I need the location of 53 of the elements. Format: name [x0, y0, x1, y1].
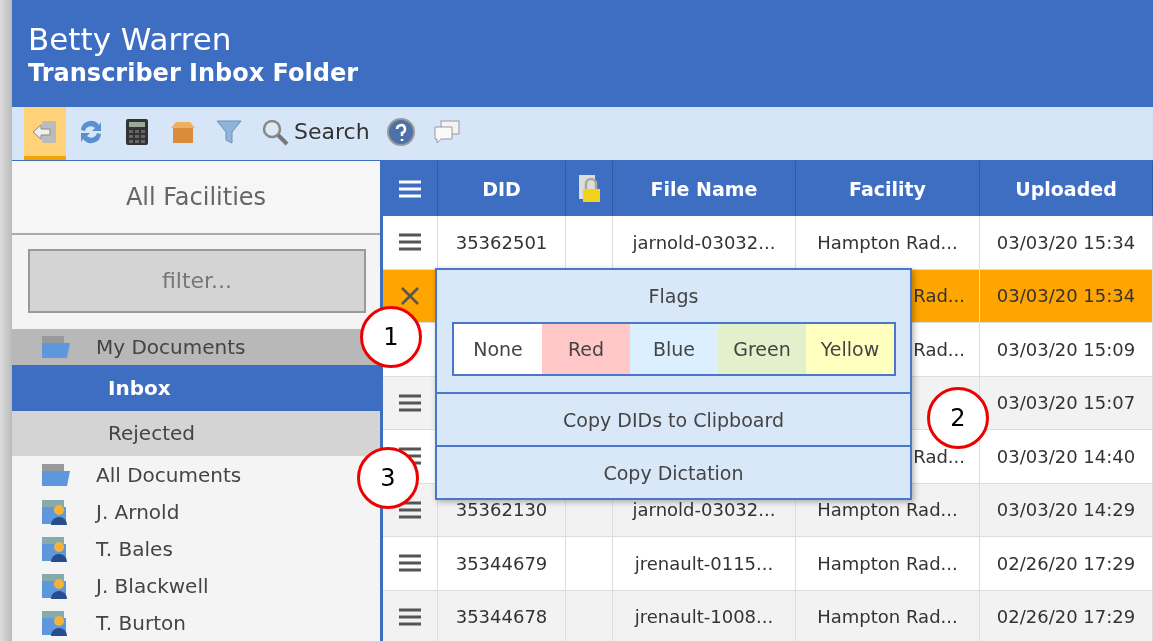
row-action-cell[interactable]: [383, 537, 438, 591]
close-icon[interactable]: [400, 285, 420, 306]
table-cell: jrenault-1008...: [613, 590, 796, 641]
flag-option[interactable]: Red: [542, 324, 630, 374]
table-cell: 03/03/20 15:34: [980, 269, 1153, 323]
row-action-cell[interactable]: [383, 590, 438, 641]
tree-item[interactable]: T. Bales: [12, 530, 173, 568]
table-cell: Hampton Rad...: [796, 590, 980, 641]
menu-heading: Flags: [647, 284, 700, 309]
tree-item[interactable]: Rejected: [12, 410, 380, 457]
menu-item[interactable]: Copy DIDs to Clipboard: [437, 392, 910, 445]
tree-item[interactable]: T. Burton: [12, 604, 186, 641]
column-header[interactable]: [383, 161, 438, 216]
flag-option[interactable]: Yellow: [806, 324, 894, 374]
table-cell: Hampton Rad...: [796, 537, 980, 591]
menu-icon[interactable]: [398, 392, 422, 413]
lock-icon: [577, 173, 601, 204]
window-title: Betty Warren: [28, 19, 233, 58]
menu-icon[interactable]: [398, 232, 422, 253]
table-cell: 03/03/20 15:07: [980, 376, 1153, 430]
row-action-cell[interactable]: [383, 216, 438, 270]
table-cell: 35344678: [438, 590, 566, 641]
table-cell: 03/03/20 15:09: [980, 323, 1153, 377]
window-subtitle: Transcriber Inbox Folder: [28, 57, 360, 88]
column-header[interactable]: Uploaded: [980, 161, 1153, 216]
tree-item[interactable]: J. Arnold: [12, 493, 180, 531]
filter-field[interactable]: filter...: [28, 248, 366, 313]
flag-option[interactable]: None: [454, 324, 542, 374]
table-cell: [566, 590, 613, 641]
table-cell: 02/26/20 17:29: [980, 537, 1153, 591]
table-cell: 35344679: [438, 537, 566, 591]
table-cell: 02/26/20 17:29: [980, 590, 1153, 641]
menu-icon[interactable]: [398, 499, 422, 520]
table-cell: [566, 537, 613, 591]
help-icon: [385, 116, 416, 147]
table-cell: 03/03/20 14:29: [980, 483, 1153, 537]
table-cell: 03/03/20 14:40: [980, 430, 1153, 484]
tree-item[interactable]: J. Blackwell: [12, 567, 209, 605]
menu-icon[interactable]: [398, 553, 422, 574]
column-header[interactable]: Facility: [796, 161, 980, 216]
tree-item[interactable]: Inbox: [12, 364, 380, 411]
flag-option[interactable]: Blue: [630, 324, 718, 374]
flag-option[interactable]: Green: [718, 324, 806, 374]
menu-item[interactable]: Copy Dictation: [437, 445, 910, 498]
column-header[interactable]: [566, 161, 613, 216]
column-header[interactable]: DID: [438, 161, 566, 216]
menu-icon[interactable]: [398, 178, 422, 199]
column-header[interactable]: File Name: [613, 161, 796, 216]
table-cell: 03/03/20 15:34: [980, 216, 1153, 270]
search-button[interactable]: Search: [254, 107, 376, 160]
menu-icon[interactable]: [398, 606, 422, 627]
table-cell: jrenault-0115...: [613, 537, 796, 591]
tree-item[interactable]: All Documents: [12, 456, 242, 494]
